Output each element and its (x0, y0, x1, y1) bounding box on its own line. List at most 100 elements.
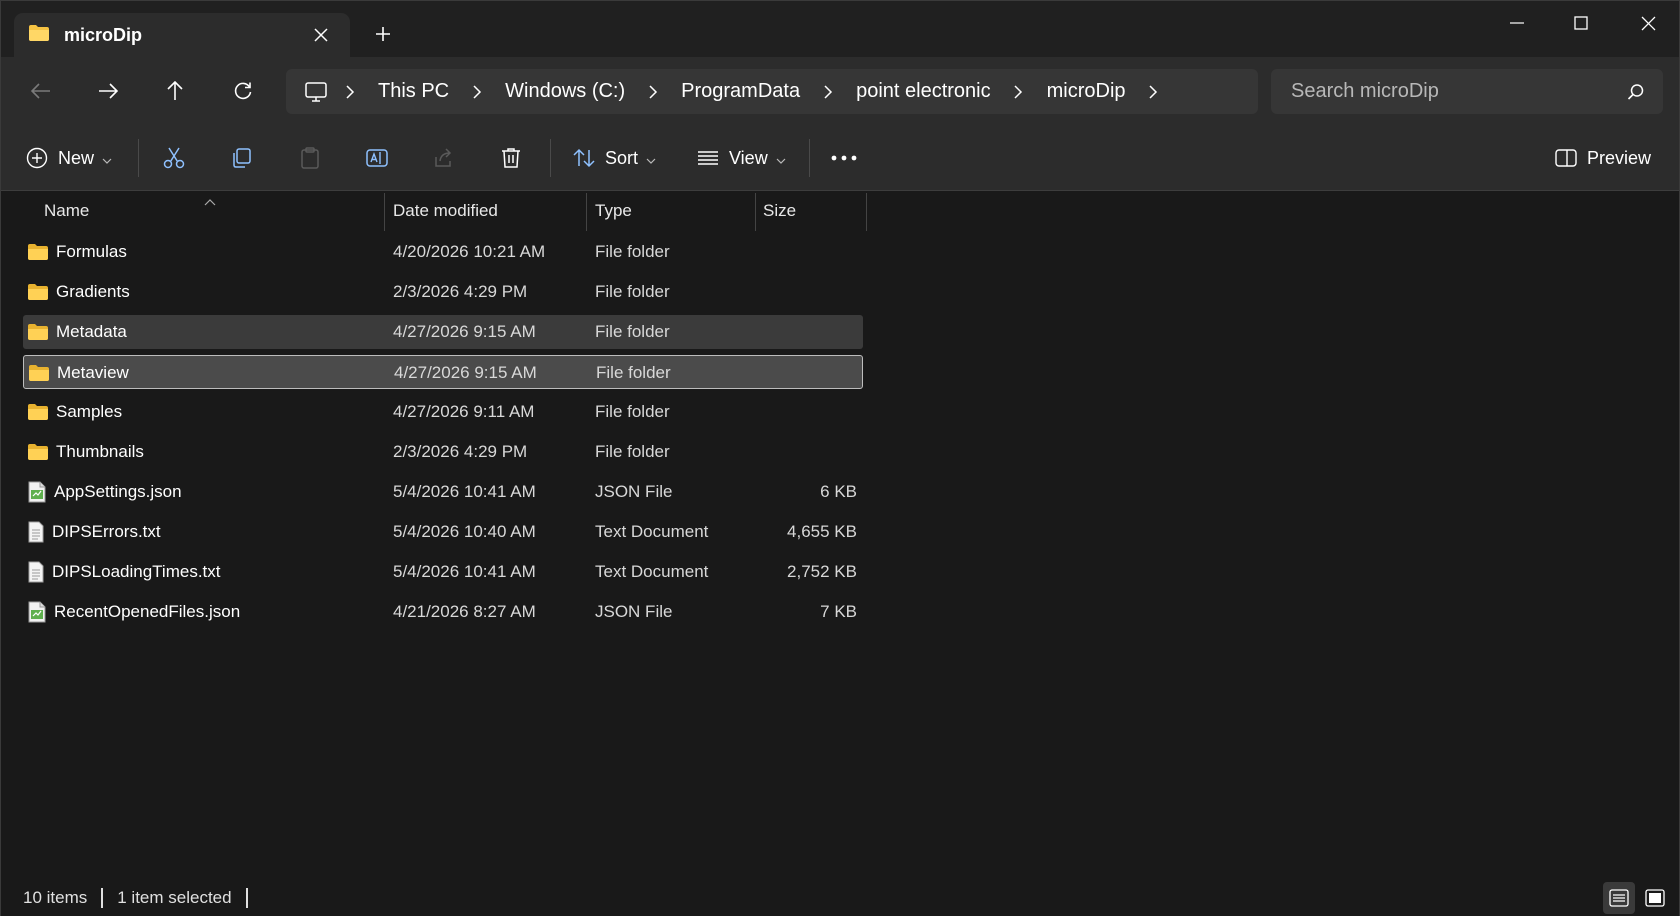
view-button[interactable]: View (697, 140, 786, 176)
file-name-cell[interactable]: DIPSErrors.txt (27, 515, 161, 549)
file-name-cell[interactable]: Formulas (27, 235, 127, 269)
address-bar[interactable]: This PC Windows (C:) ProgramData point e… (286, 69, 1258, 114)
file-date: 2/3/2026 4:29 PM (393, 442, 528, 461)
file-size (663, 435, 857, 469)
search-icon[interactable] (1627, 83, 1645, 101)
folder-icon (27, 243, 49, 261)
preview-pane-icon (1555, 149, 1577, 167)
chevron-right-icon[interactable] (635, 84, 671, 99)
chevron-right-icon[interactable] (810, 84, 846, 99)
file-name-cell[interactable]: Thumbnails (27, 435, 144, 469)
file-date: 4/27/2026 9:15 AM (393, 322, 536, 341)
new-button[interactable]: New (26, 140, 112, 176)
command-bar: New Sort View Preview (1, 125, 1679, 191)
maximize-icon[interactable] (1548, 1, 1614, 45)
folder-icon (27, 283, 49, 301)
file-name: Thumbnails (56, 442, 144, 461)
file-date: 5/4/2026 10:41 AM (393, 482, 536, 501)
column-divider[interactable] (384, 193, 385, 231)
chevron-right-icon[interactable] (332, 84, 368, 99)
cut-button[interactable] (163, 140, 185, 176)
cut-icon (163, 146, 185, 170)
file-name-cell[interactable]: Gradients (27, 275, 130, 309)
file-row[interactable]: DIPSErrors.txt 5/4/2026 10:40 AM Text Docu… (23, 515, 863, 549)
new-tab-icon[interactable] (368, 19, 398, 49)
toolbar-divider (550, 139, 551, 177)
trash-icon (501, 147, 521, 169)
folder-icon (28, 24, 50, 47)
file-row[interactable]: Metaview 4/27/2026 9:15 AM File folder (23, 355, 863, 389)
file-type: File folder (595, 402, 670, 421)
refresh-icon[interactable] (225, 73, 261, 109)
file-row[interactable]: Thumbnails 2/3/2026 4:29 PM File folder (23, 435, 863, 469)
copy-button[interactable] (231, 140, 253, 176)
back-arrow-icon[interactable] (23, 73, 59, 109)
breadcrumb-point-electronic[interactable]: point electronic (846, 80, 1001, 103)
rename-button[interactable] (365, 140, 389, 176)
file-date: 4/21/2026 8:27 AM (393, 602, 536, 621)
file-name-cell[interactable]: Metaview (28, 356, 129, 390)
file-size: 2,752 KB (787, 562, 857, 581)
share-button[interactable] (433, 140, 455, 176)
file-row[interactable]: RecentOpenedFiles.json 4/21/2026 8:27 AM J… (23, 595, 863, 629)
column-divider[interactable] (866, 193, 867, 231)
column-header-type[interactable]: Type (595, 191, 755, 231)
forward-arrow-icon[interactable] (90, 73, 126, 109)
file-size (663, 315, 857, 349)
file-name-cell[interactable]: Metadata (27, 315, 127, 349)
file-type: File folder (595, 242, 670, 261)
up-arrow-icon[interactable] (157, 73, 193, 109)
preview-label: Preview (1587, 147, 1652, 168)
file-row[interactable]: AppSettings.json 5/4/2026 10:41 AM JSON Fi… (23, 475, 863, 509)
file-date: 5/4/2026 10:41 AM (393, 562, 536, 581)
file-name: RecentOpenedFiles.json (54, 602, 241, 621)
file-name-cell[interactable]: Samples (27, 395, 122, 429)
delete-button[interactable] (501, 140, 521, 176)
rename-icon (365, 147, 389, 169)
minimize-icon[interactable] (1484, 1, 1550, 45)
breadcrumb-programdata[interactable]: ProgramData (671, 80, 810, 103)
file-name: DIPSErrors.txt (52, 522, 161, 541)
sort-icon (573, 148, 595, 168)
details-view-icon[interactable] (1603, 882, 1635, 914)
breadcrumb-microdip[interactable]: microDip (1037, 80, 1136, 103)
large-icons-view-icon[interactable] (1639, 882, 1671, 914)
tab-microdip[interactable]: microDip (14, 13, 350, 57)
preview-button[interactable]: Preview (1555, 140, 1651, 176)
column-header-size[interactable]: Size (763, 191, 863, 231)
file-row[interactable]: Gradients 2/3/2026 4:29 PM File folder (23, 275, 863, 309)
share-icon (433, 147, 455, 169)
breadcrumb-this-pc[interactable]: This PC (368, 80, 459, 103)
title-bar: microDip (1, 1, 1679, 57)
file-row[interactable]: Samples 4/27/2026 9:11 AM File folder (23, 395, 863, 429)
sort-ascending-icon (204, 191, 216, 211)
file-size: 6 KB (820, 482, 857, 501)
more-options-icon[interactable] (831, 140, 857, 176)
file-date: 5/4/2026 10:40 AM (393, 522, 536, 541)
file-row[interactable]: DIPSLoadingTimes.txt 5/4/2026 10:41 AM Tex… (23, 555, 863, 589)
tab-title: microDip (64, 24, 143, 45)
folder-icon (27, 443, 49, 461)
file-row[interactable]: Metadata 4/27/2026 9:15 AM File folder (23, 315, 863, 349)
close-icon[interactable] (1615, 1, 1680, 45)
navigation-bar: This PC Windows (C:) ProgramData point e… (1, 57, 1679, 125)
tab-close-icon[interactable] (306, 20, 336, 50)
column-divider[interactable] (586, 193, 587, 231)
file-name-cell[interactable]: DIPSLoadingTimes.txt (27, 555, 221, 589)
chevron-right-icon[interactable] (1136, 84, 1172, 99)
chevron-right-icon[interactable] (1001, 84, 1037, 99)
file-name-cell[interactable]: AppSettings.json (27, 475, 182, 509)
chevron-right-icon[interactable] (459, 84, 495, 99)
computer-icon (304, 81, 328, 103)
sort-button[interactable]: Sort (573, 140, 656, 176)
paste-button[interactable] (299, 140, 321, 176)
json-file-icon (27, 601, 47, 623)
file-row[interactable]: Formulas 4/20/2026 10:21 AM File folder (23, 235, 863, 269)
column-divider[interactable] (755, 193, 756, 231)
folder-icon (28, 364, 50, 382)
file-name-cell[interactable]: RecentOpenedFiles.json (27, 595, 240, 629)
search-input[interactable]: Search microDip (1271, 69, 1663, 114)
breadcrumb-windows-c[interactable]: Windows (C:) (495, 80, 635, 103)
folder-icon (27, 403, 49, 421)
column-header-date[interactable]: Date modified (393, 191, 583, 231)
